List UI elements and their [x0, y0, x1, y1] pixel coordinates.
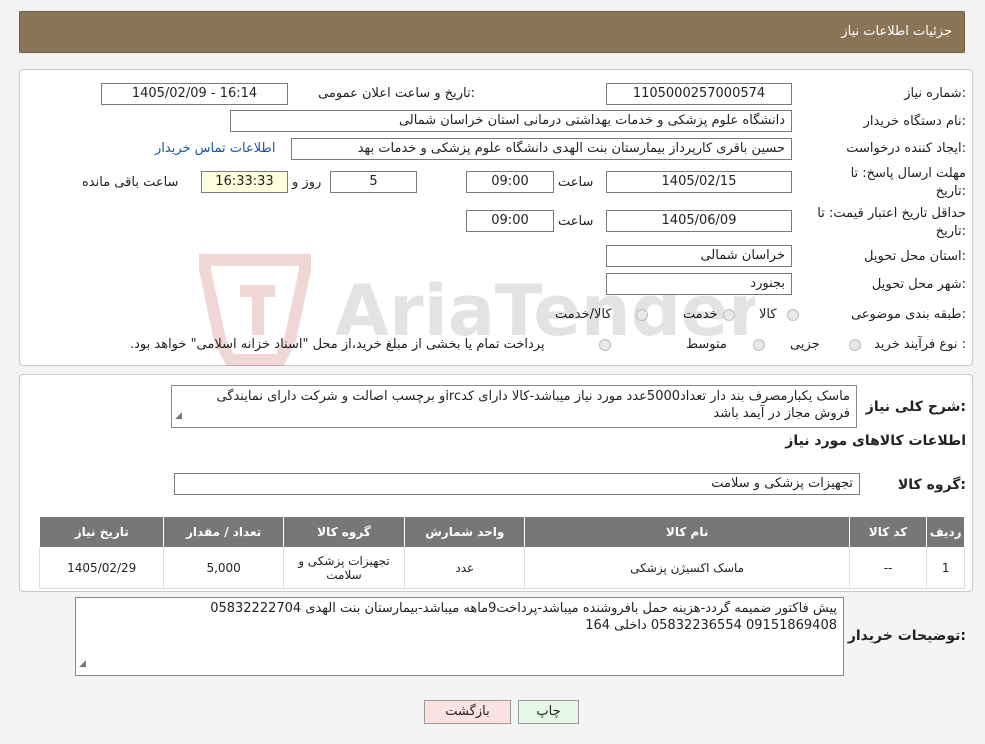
- validity-label-line2: تاریخ:: [935, 224, 966, 239]
- process-option-medium: متوسط: [686, 337, 727, 352]
- page-title: جزئیات اطلاعات نیاز: [841, 24, 952, 39]
- creator-field[interactable]: حسین باقری کارپرداز بیمارستان بنت الهدی …: [291, 138, 792, 160]
- print-button[interactable]: چاپ: [518, 700, 579, 724]
- col-header-goods-name: نام کالا: [524, 516, 850, 548]
- need-number-label: شماره نیاز:: [904, 86, 966, 101]
- city-field[interactable]: بجنورد: [606, 273, 792, 295]
- goods-table: ردیف کد کالا نام کالا واحد شمارش گروه کا…: [38, 516, 965, 589]
- validity-time-label: ساعت: [558, 214, 594, 229]
- days-remaining-field[interactable]: 5: [330, 171, 417, 193]
- resize-grip-icon[interactable]: ◢: [175, 408, 182, 425]
- deadline-time-field[interactable]: 09:00: [466, 171, 554, 193]
- cell-goods-group: تجهیزات پزشکی و سلامت: [282, 547, 406, 589]
- validity-time-field[interactable]: 09:00: [466, 210, 554, 232]
- buyer-notes-line1: پیش فاکتور ضمیمه گردد-هزینه حمل بافروشند…: [210, 601, 837, 616]
- goods-group-field[interactable]: تجهیزات پزشکی و سلامت: [174, 473, 860, 495]
- col-header-row-number: ردیف: [926, 516, 965, 548]
- process-label: نوع فرآیند خرید :: [874, 337, 966, 352]
- category-option-service: خدمت: [683, 307, 718, 322]
- cell-unit: عدد: [404, 547, 526, 589]
- process-radio-minor[interactable]: [849, 339, 861, 351]
- need-number-field[interactable]: 1105000257000574: [606, 83, 792, 105]
- remaining-time-field[interactable]: 16:33:33: [201, 171, 288, 193]
- announce-datetime-field[interactable]: 1405/02/09 - 16:14: [101, 83, 288, 105]
- buyer-org-field[interactable]: دانشگاه علوم پزشکی و خدمات بهداشتی درمان…: [230, 110, 792, 132]
- cell-goods-name: ماسک اکسیژن پزشکی: [524, 547, 850, 589]
- resize-grip-icon[interactable]: ◢: [79, 656, 86, 673]
- process-note: پرداخت تمام یا بخشی از مبلغ خرید،از محل …: [130, 337, 545, 352]
- cell-row-number: 1: [926, 547, 965, 589]
- city-label: شهر محل تحویل:: [871, 277, 966, 292]
- table-header-row: ردیف کد کالا نام کالا واحد شمارش گروه کا…: [38, 516, 965, 548]
- buyer-notes-line2: 09151869408 05832236554 داخلی 164: [585, 618, 837, 633]
- goods-group-label: گروه کالا:: [897, 477, 966, 493]
- creator-label: ایجاد کننده درخواست:: [846, 141, 966, 156]
- process-radio-treasury[interactable]: [599, 339, 611, 351]
- category-radio-goods[interactable]: [787, 309, 799, 321]
- category-option-goods-service: کالا/خدمت: [555, 307, 612, 322]
- category-radio-goods-service[interactable]: [636, 309, 648, 321]
- cell-quantity: 5,000: [163, 547, 284, 589]
- col-header-goods-code: کد کالا: [848, 516, 928, 548]
- deadline-label-line1: مهلت ارسال پاسخ: تا: [850, 166, 966, 181]
- province-label: استان محل تحویل:: [864, 249, 966, 264]
- announce-label: تاریخ و ساعت اعلان عمومی:: [318, 86, 475, 101]
- deadline-time-label: ساعت: [558, 175, 594, 190]
- buyer-contact-link[interactable]: اطلاعات تماس خریدار: [155, 141, 275, 156]
- buyer-org-label: نام دستگاه خریدار:: [863, 114, 966, 129]
- process-radio-medium[interactable]: [753, 339, 765, 351]
- table-row[interactable]: 1 -- ماسک اکسیژن پزشکی عدد تجهیزات پزشکی…: [38, 547, 965, 589]
- col-header-unit: واحد شمارش: [404, 516, 526, 548]
- cell-goods-code: --: [848, 547, 928, 589]
- description-label: شرح کلی نیاز:: [865, 399, 966, 415]
- buyer-notes-textarea[interactable]: پیش فاکتور ضمیمه گردد-هزینه حمل بافروشند…: [75, 597, 844, 676]
- remaining-time-label: ساعت باقی مانده: [82, 175, 179, 190]
- cell-need-date: 1405/02/29: [38, 547, 165, 589]
- col-header-need-date: تاریخ نیاز: [38, 516, 165, 548]
- deadline-date-field[interactable]: 1405/02/15: [606, 171, 792, 193]
- process-option-minor: جزیی: [790, 337, 820, 352]
- deadline-label-line2: تاریخ:: [935, 184, 966, 199]
- col-header-quantity: تعداد / مقدار: [163, 516, 284, 548]
- col-header-goods-group: گروه کالا: [282, 516, 406, 548]
- province-field[interactable]: خراسان شمالی: [606, 245, 792, 267]
- category-radio-service[interactable]: [723, 309, 735, 321]
- page-header: جزئیات اطلاعات نیاز: [19, 11, 965, 53]
- category-label: طبقه بندی موضوعی:: [850, 307, 966, 322]
- buyer-notes-label: توضیحات خریدار:: [847, 628, 966, 644]
- description-textarea[interactable]: ماسک یکبارمصرف بند دار تعداد5000عدد مورد…: [171, 385, 857, 428]
- back-button[interactable]: بازگشت: [424, 700, 511, 724]
- validity-label-line1: حداقل تاریخ اعتبار قیمت: تا: [817, 206, 966, 221]
- category-option-goods: کالا: [759, 307, 777, 322]
- days-label: روز و: [292, 175, 322, 190]
- validity-date-field[interactable]: 1405/06/09: [606, 210, 792, 232]
- goods-section-title: اطلاعات کالاهای مورد نیاز: [785, 433, 966, 449]
- description-text: ماسک یکبارمصرف بند دار تعداد5000عدد مورد…: [216, 389, 850, 421]
